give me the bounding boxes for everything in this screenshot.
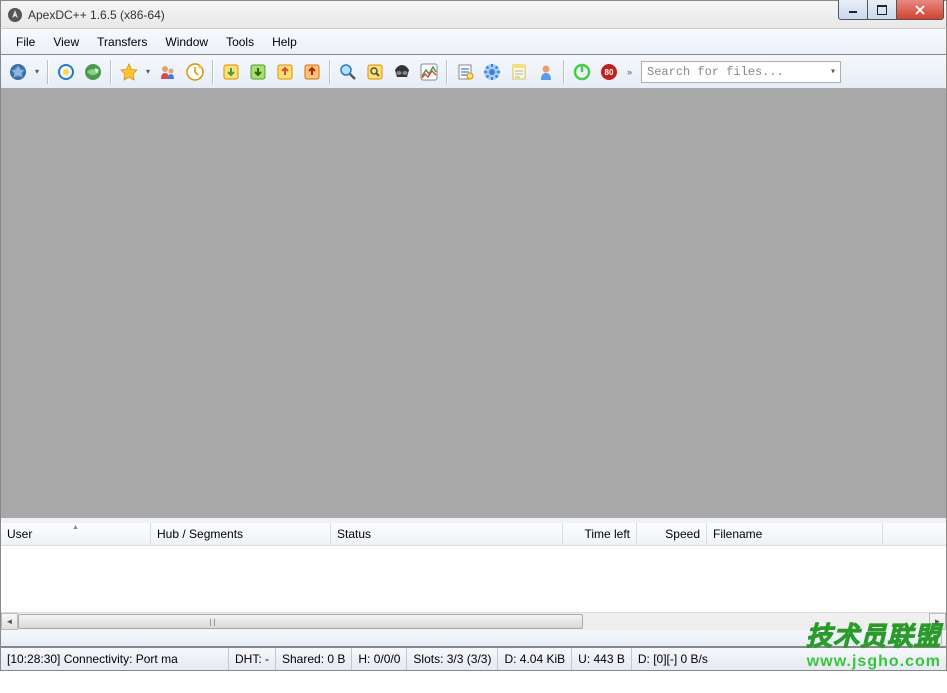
- network-stats-icon[interactable]: [416, 59, 442, 85]
- window-controls: [838, 1, 946, 28]
- column-hub-segments[interactable]: Hub / Segments: [151, 523, 331, 545]
- sort-ascending-icon: ▲: [72, 524, 79, 531]
- favorite-users-icon[interactable]: [155, 59, 181, 85]
- favorite-hubs-icon[interactable]: [116, 59, 154, 85]
- mdi-overflow-button[interactable]: »: [924, 631, 942, 645]
- menu-transfers[interactable]: Transfers: [88, 31, 156, 53]
- recent-hubs-icon[interactable]: [182, 59, 208, 85]
- transfers-list[interactable]: [1, 546, 946, 612]
- mdi-tab-bar: »: [0, 629, 947, 647]
- scroll-left-button[interactable]: ◄: [1, 613, 18, 630]
- toolbar: 80 » Search for files...: [0, 55, 947, 89]
- column-user[interactable]: User ▲: [1, 523, 151, 545]
- menu-view[interactable]: View: [44, 31, 88, 53]
- away-icon[interactable]: [533, 59, 559, 85]
- menubar: File View Transfers Window Tools Help: [0, 28, 947, 55]
- column-time-left[interactable]: Time left: [563, 523, 637, 545]
- toolbar-overflow-icon[interactable]: »: [623, 67, 636, 77]
- search-placeholder: Search for files...: [647, 65, 784, 79]
- open-filelist-icon[interactable]: [452, 59, 478, 85]
- follow-redirect-icon[interactable]: [80, 59, 106, 85]
- download-queue-icon[interactable]: [218, 59, 244, 85]
- titlebar: ApexDC++ 1.6.5 (x86-64): [0, 0, 947, 28]
- statusbar: [10:28:30] Connectivity: Port ma DHT: - …: [0, 647, 947, 671]
- status-log: [10:28:30] Connectivity: Port ma: [1, 648, 229, 670]
- menu-tools[interactable]: Tools: [217, 31, 263, 53]
- close-button[interactable]: [896, 0, 944, 20]
- column-speed[interactable]: Speed: [637, 523, 707, 545]
- search-input[interactable]: Search for files...: [641, 61, 841, 83]
- column-status[interactable]: Status: [331, 523, 563, 545]
- search-icon[interactable]: [335, 59, 361, 85]
- transfers-column-headers: User ▲ Hub / Segments Status Time left S…: [1, 523, 946, 546]
- status-dht: DHT: -: [229, 648, 276, 670]
- notepad-icon[interactable]: [506, 59, 532, 85]
- settings-icon[interactable]: [479, 59, 505, 85]
- shutdown-icon[interactable]: [569, 59, 595, 85]
- status-hubs: H: 0/0/0: [352, 648, 407, 670]
- finished-uploads-icon[interactable]: [299, 59, 325, 85]
- adl-search-icon[interactable]: [362, 59, 388, 85]
- maximize-button[interactable]: [867, 0, 897, 20]
- menu-help[interactable]: Help: [263, 31, 306, 53]
- column-extra[interactable]: [883, 523, 946, 545]
- finished-downloads-icon[interactable]: [245, 59, 271, 85]
- scroll-right-button[interactable]: ►: [929, 613, 946, 630]
- svg-text:80: 80: [605, 68, 614, 77]
- scroll-thumb[interactable]: [18, 614, 583, 629]
- app-icon: [7, 7, 23, 23]
- horizontal-scrollbar[interactable]: ◄ ►: [1, 612, 946, 629]
- menu-window[interactable]: Window: [156, 31, 217, 53]
- scroll-track[interactable]: [18, 613, 929, 630]
- window-title: ApexDC++ 1.6.5 (x86-64): [28, 8, 838, 22]
- status-up: U: 443 B: [572, 648, 632, 670]
- status-slots: Slots: 3/3 (3/3): [407, 648, 498, 670]
- limiter-icon[interactable]: 80: [596, 59, 622, 85]
- status-shared: Shared: 0 B: [276, 648, 352, 670]
- menu-file[interactable]: File: [7, 31, 44, 53]
- status-down: D: 4.04 KiB: [498, 648, 572, 670]
- minimize-button[interactable]: [838, 0, 868, 20]
- upload-queue-icon[interactable]: [272, 59, 298, 85]
- transfers-panel: User ▲ Hub / Segments Status Time left S…: [0, 523, 947, 629]
- reconnect-icon[interactable]: [53, 59, 79, 85]
- public-hubs-icon[interactable]: [5, 59, 43, 85]
- column-filename[interactable]: Filename: [707, 523, 883, 545]
- search-spy-icon[interactable]: [389, 59, 415, 85]
- mdi-client-area: [0, 89, 947, 518]
- status-rate: D: [0][-] 0 B/s: [632, 648, 714, 670]
